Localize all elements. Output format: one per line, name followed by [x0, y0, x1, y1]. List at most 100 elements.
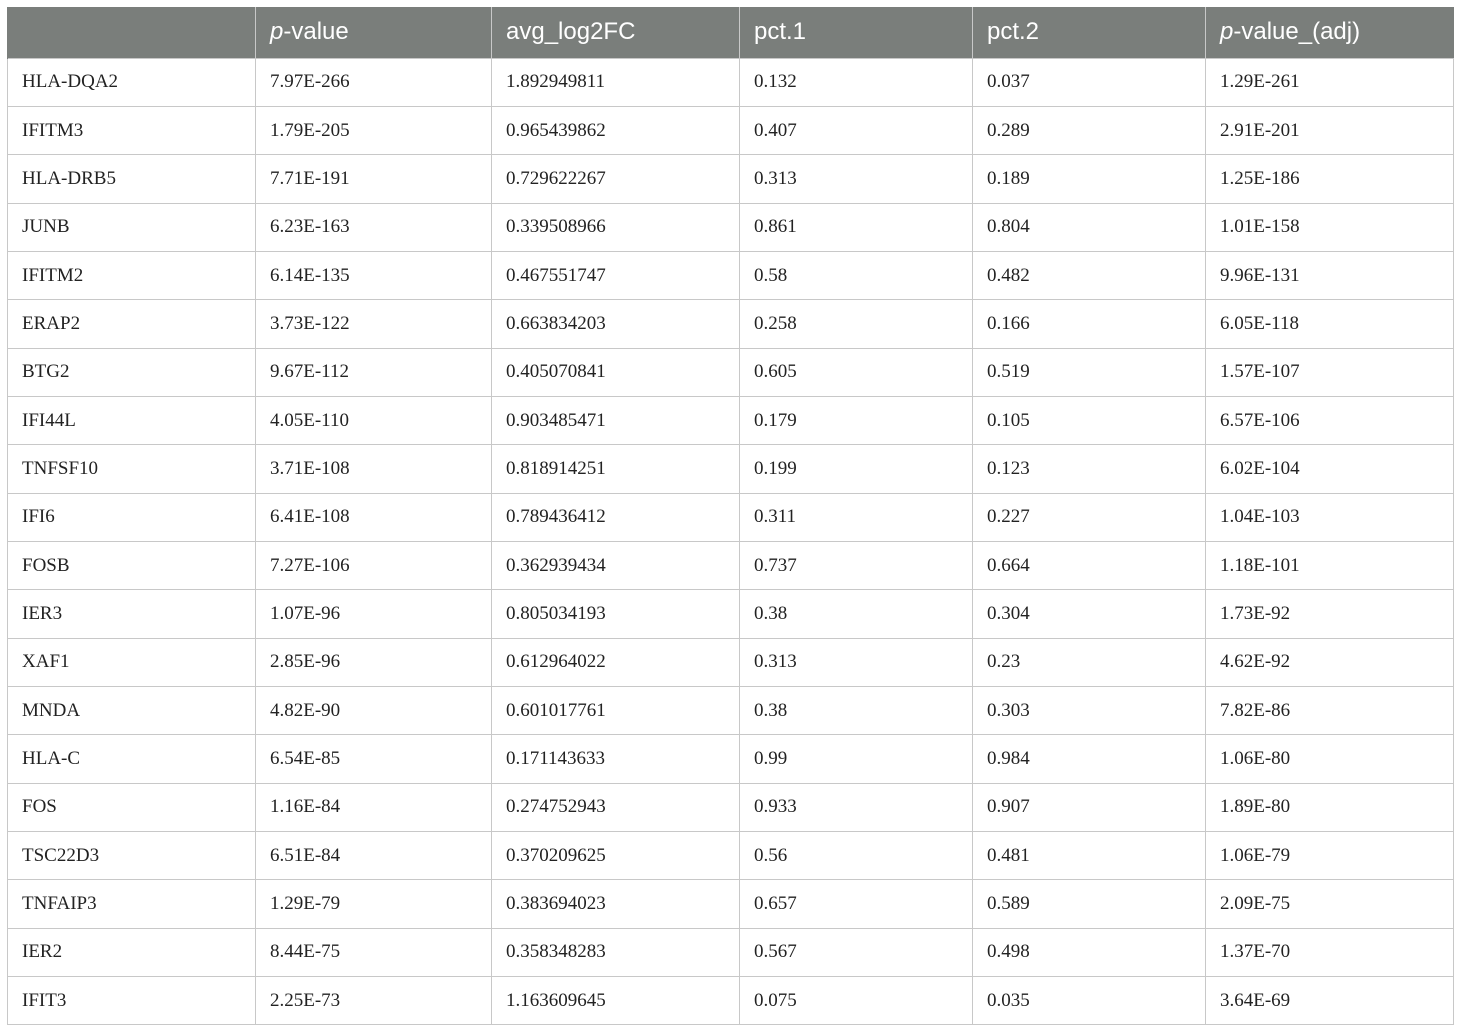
gene-expression-table: p-value avg_log2FC pct.1 pct.2 p-value_(… — [7, 7, 1454, 1026]
cell-avg-log2fc: 0.362939434 — [491, 540, 740, 591]
cell-avg-log2fc: 0.383694023 — [491, 879, 740, 929]
table-row: HLA-DRB5 7.71E-191 0.729622267 0.313 0.189 1.… — [7, 154, 1454, 204]
cell-pct-2: 0.984 — [972, 734, 1206, 784]
cell-gene: IFI6 — [7, 492, 256, 542]
cell-pct-2: 0.482 — [972, 250, 1206, 301]
cell-pct-2: 0.123 — [972, 444, 1206, 494]
cell-pct-1: 0.313 — [739, 154, 973, 204]
cell-p-value-adj: 4.62E-92 — [1205, 637, 1454, 687]
cell-pct-2: 0.481 — [972, 830, 1206, 881]
cell-pct-2: 0.166 — [972, 299, 1206, 349]
cell-gene: HLA-DQA2 — [7, 57, 256, 107]
table-row: FOS 1.16E-84 0.274752943 0.933 0.907 1.89E-80 — [7, 782, 1454, 833]
cell-pct-2: 0.303 — [972, 685, 1206, 736]
cell-p-value-adj: 1.37E-70 — [1205, 927, 1454, 978]
cell-gene: TSC22D3 — [7, 830, 256, 881]
table-row: JUNB 6.23E-163 0.339508966 0.861 0.804 1.01E-… — [7, 202, 1454, 252]
cell-p-value-adj: 1.73E-92 — [1205, 589, 1454, 639]
cell-pct-1: 0.132 — [739, 57, 973, 107]
cell-pct-1: 0.99 — [739, 734, 973, 784]
cell-pct-1: 0.56 — [739, 830, 973, 881]
cell-avg-log2fc: 0.805034193 — [491, 589, 740, 639]
cell-pct-1: 0.567 — [739, 927, 973, 978]
table-row: BTG2 9.67E-112 0.405070841 0.605 0.519 1.57E-… — [7, 347, 1454, 397]
table-row: XAF1 2.85E-96 0.612964022 0.313 0.23 4.62E-92 — [7, 637, 1454, 687]
cell-p-value-adj: 1.06E-79 — [1205, 830, 1454, 881]
header-cell-gene — [7, 7, 256, 58]
cell-p-value: 4.82E-90 — [255, 685, 492, 736]
table-body: HLA-DQA2 7.97E-266 1.892949811 0.132 0.037 1.… — [7, 57, 1454, 1026]
cell-p-value: 9.67E-112 — [255, 347, 492, 397]
cell-pct-1: 0.657 — [739, 879, 973, 929]
cell-p-value: 3.73E-122 — [255, 299, 492, 349]
cell-gene: IER3 — [7, 589, 256, 639]
cell-p-value: 7.97E-266 — [255, 57, 492, 107]
cell-p-value: 1.79E-205 — [255, 105, 492, 156]
table-header: p-value avg_log2FC pct.1 pct.2 p-value_(… — [7, 7, 1454, 58]
table-row: HLA-C 6.54E-85 0.171143633 0.99 0.984 1.06E-8… — [7, 734, 1454, 784]
cell-gene: JUNB — [7, 202, 256, 252]
header-cell-p-value-adj: p-value_(adj) — [1205, 7, 1454, 58]
cell-gene: ERAP2 — [7, 299, 256, 349]
cell-p-value: 7.71E-191 — [255, 154, 492, 204]
table-row: IFI44L 4.05E-110 0.903485471 0.179 0.105 6.57… — [7, 395, 1454, 446]
header-cell-p-value: p-value — [255, 7, 492, 58]
cell-p-value: 2.85E-96 — [255, 637, 492, 687]
cell-pct-2: 0.589 — [972, 879, 1206, 929]
cell-pct-1: 0.313 — [739, 637, 973, 687]
cell-avg-log2fc: 0.789436412 — [491, 492, 740, 542]
table-row: IFITM2 6.14E-135 0.467551747 0.58 0.482 9.96E… — [7, 250, 1454, 301]
table-row: ERAP2 3.73E-122 0.663834203 0.258 0.166 6.05E… — [7, 299, 1454, 349]
cell-pct-1: 0.407 — [739, 105, 973, 156]
cell-p-value-adj: 1.89E-80 — [1205, 782, 1454, 833]
cell-p-value-adj: 1.25E-186 — [1205, 154, 1454, 204]
header-row: p-value avg_log2FC pct.1 pct.2 p-value_(… — [7, 7, 1454, 58]
cell-p-value: 6.51E-84 — [255, 830, 492, 881]
table-row: IER2 8.44E-75 0.358348283 0.567 0.498 1.37E-7… — [7, 927, 1454, 978]
cell-gene: IFIT3 — [7, 976, 256, 1026]
cell-pct-2: 0.23 — [972, 637, 1206, 687]
cell-pct-2: 0.907 — [972, 782, 1206, 833]
cell-p-value-adj: 9.96E-131 — [1205, 250, 1454, 301]
cell-gene: IFITM2 — [7, 250, 256, 301]
cell-pct-2: 0.519 — [972, 347, 1206, 397]
cell-pct-1: 0.075 — [739, 976, 973, 1026]
cell-avg-log2fc: 0.467551747 — [491, 250, 740, 301]
cell-avg-log2fc: 0.405070841 — [491, 347, 740, 397]
cell-p-value-adj: 1.57E-107 — [1205, 347, 1454, 397]
cell-pct-1: 0.38 — [739, 589, 973, 639]
cell-p-value: 4.05E-110 — [255, 395, 492, 446]
cell-p-value-adj: 1.18E-101 — [1205, 540, 1454, 591]
cell-p-value: 7.27E-106 — [255, 540, 492, 591]
table-row: MNDA 4.82E-90 0.601017761 0.38 0.303 7.82E-86 — [7, 685, 1454, 736]
table-row: FOSB 7.27E-106 0.362939434 0.737 0.664 1.18E-… — [7, 540, 1454, 591]
cell-pct-2: 0.227 — [972, 492, 1206, 542]
cell-pct-1: 0.179 — [739, 395, 973, 446]
cell-avg-log2fc: 0.370209625 — [491, 830, 740, 881]
cell-gene: HLA-DRB5 — [7, 154, 256, 204]
cell-avg-log2fc: 1.163609645 — [491, 976, 740, 1026]
cell-p-value-adj: 3.64E-69 — [1205, 976, 1454, 1026]
cell-pct-1: 0.605 — [739, 347, 973, 397]
table-row: IFIT3 2.25E-73 1.163609645 0.075 0.035 3.64E-… — [7, 976, 1454, 1026]
cell-pct-2: 0.804 — [972, 202, 1206, 252]
cell-p-value: 1.07E-96 — [255, 589, 492, 639]
cell-avg-log2fc: 0.612964022 — [491, 637, 740, 687]
cell-pct-1: 0.199 — [739, 444, 973, 494]
header-cell-pct-1: pct.1 — [739, 7, 973, 58]
cell-avg-log2fc: 0.903485471 — [491, 395, 740, 446]
cell-avg-log2fc: 0.339508966 — [491, 202, 740, 252]
cell-pct-1: 0.258 — [739, 299, 973, 349]
cell-pct-2: 0.304 — [972, 589, 1206, 639]
cell-p-value-adj: 1.06E-80 — [1205, 734, 1454, 784]
cell-pct-1: 0.311 — [739, 492, 973, 542]
cell-pct-2: 0.664 — [972, 540, 1206, 591]
cell-pct-2: 0.035 — [972, 976, 1206, 1026]
cell-gene: IFI44L — [7, 395, 256, 446]
cell-gene: FOSB — [7, 540, 256, 591]
cell-pct-2: 0.189 — [972, 154, 1206, 204]
cell-p-value: 3.71E-108 — [255, 444, 492, 494]
table-row: TSC22D3 6.51E-84 0.370209625 0.56 0.481 1.06E… — [7, 830, 1454, 881]
cell-avg-log2fc: 0.601017761 — [491, 685, 740, 736]
cell-pct-1: 0.38 — [739, 685, 973, 736]
